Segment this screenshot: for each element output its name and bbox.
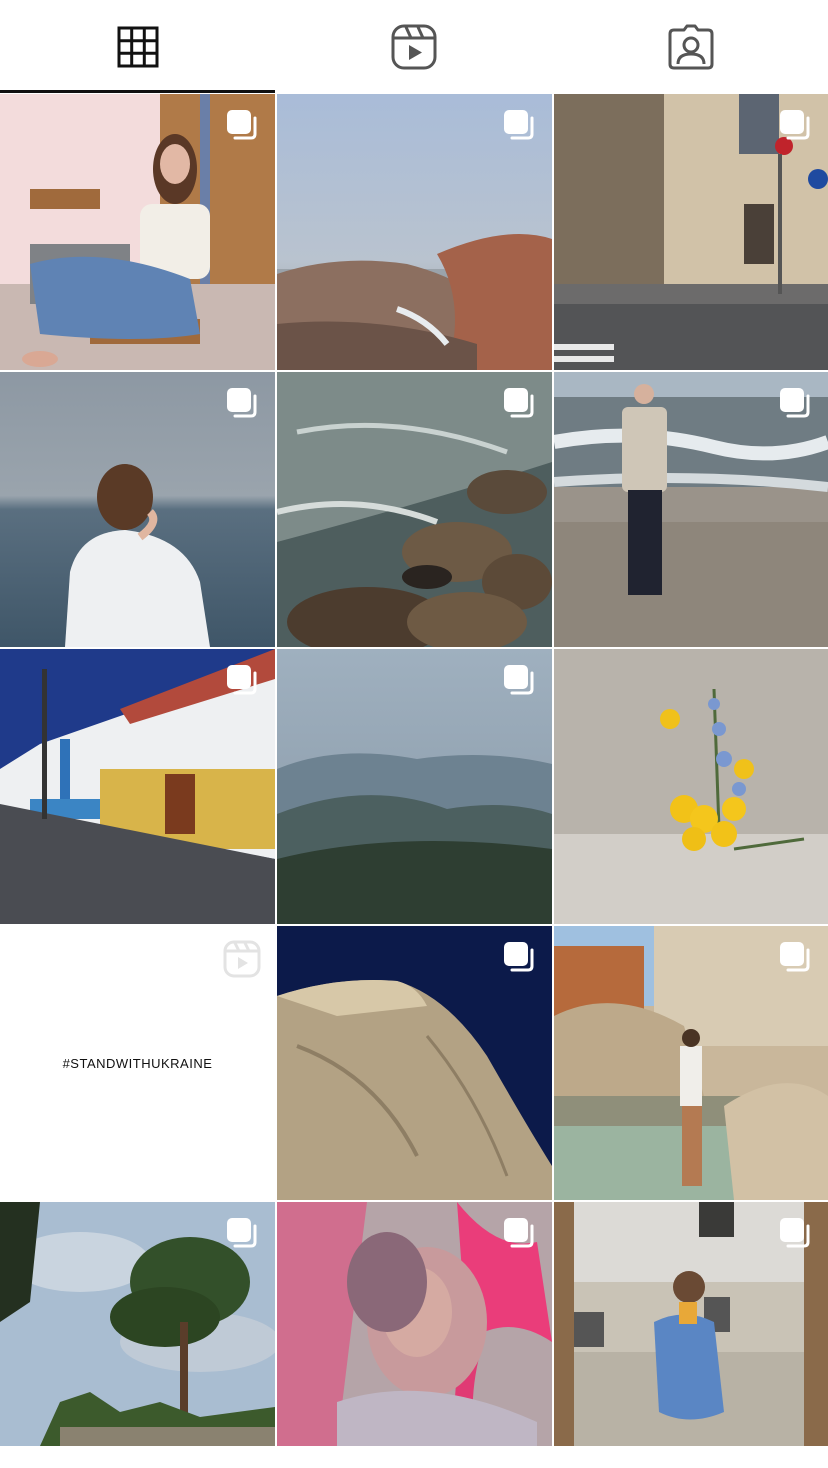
tab-reels[interactable] <box>276 0 552 94</box>
carousel-icon <box>504 388 534 418</box>
post-tile[interactable] <box>0 1202 275 1446</box>
profile-tab-bar <box>0 0 828 94</box>
post-tile[interactable] <box>277 649 552 924</box>
post-tile[interactable] <box>0 649 275 924</box>
carousel-icon <box>504 665 534 695</box>
post-tile[interactable] <box>554 94 828 370</box>
post-tile[interactable] <box>277 372 552 647</box>
tagged-icon <box>668 24 713 70</box>
carousel-icon <box>227 1218 257 1248</box>
carousel-icon <box>780 1218 810 1248</box>
carousel-icon <box>504 1218 534 1248</box>
post-tile[interactable] <box>554 1202 828 1446</box>
post-tile[interactable] <box>554 926 828 1200</box>
carousel-icon <box>227 665 257 695</box>
carousel-icon <box>504 110 534 140</box>
post-tile[interactable] <box>554 649 828 924</box>
post-tile[interactable] <box>554 372 828 647</box>
post-image <box>554 649 828 924</box>
grid-icon <box>117 26 158 68</box>
post-tile[interactable] <box>0 372 275 647</box>
tab-tagged[interactable] <box>553 0 828 94</box>
post-tile[interactable] <box>0 94 275 370</box>
active-tab-indicator <box>0 90 275 93</box>
carousel-icon <box>780 942 810 972</box>
reels-icon <box>223 940 261 978</box>
carousel-icon <box>504 942 534 972</box>
post-tile[interactable] <box>277 926 552 1200</box>
post-tile[interactable] <box>277 1202 552 1446</box>
carousel-icon <box>227 110 257 140</box>
post-tile[interactable] <box>277 94 552 370</box>
reels-icon <box>391 24 437 70</box>
post-tile[interactable]: #STANDWITHUKRAINE <box>0 926 275 1200</box>
carousel-icon <box>227 388 257 418</box>
carousel-icon <box>780 388 810 418</box>
carousel-icon <box>780 110 810 140</box>
tab-grid[interactable] <box>0 0 275 94</box>
